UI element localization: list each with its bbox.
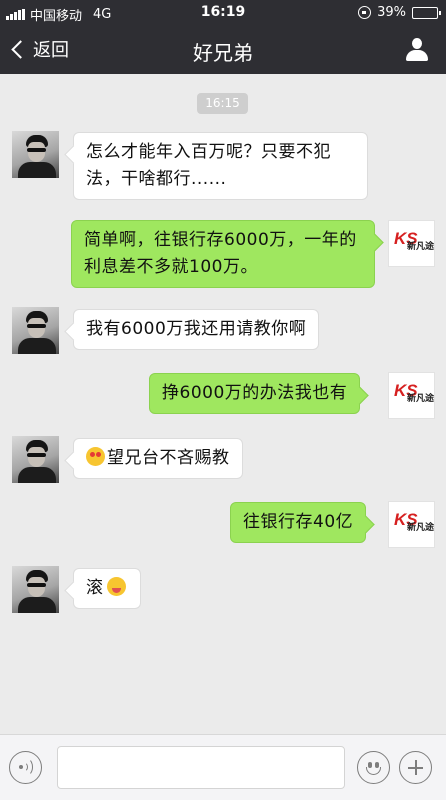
profile-icon[interactable] [404,38,430,62]
input-bar [0,734,446,800]
avatar-photo [12,131,59,178]
battery-percent: 39% [377,5,406,20]
message-text: 往银行存40亿 [243,512,354,532]
message-text: 望兄台不吝赐教 [107,448,230,468]
contact-avatar[interactable] [12,131,59,178]
message-input[interactable] [57,746,345,789]
profile-icon-head [412,38,422,49]
message-bubble-incoming[interactable]: 我有6000万我还用请教你啊 [73,309,320,350]
chat-area[interactable]: 16:15 怎么才能年入百万呢？只要不犯法，干啥都行...... KS 新凡途 … [0,74,446,734]
avatar-photo [12,436,59,483]
message-text: 滚 [86,578,104,598]
yum-emoji-icon [106,577,126,596]
message-text: 挣6000万的办法我也有 [162,383,348,403]
message-text: 简单啊，往银行存6000万，一年的利息差不多就100万。 [84,230,357,277]
emoji-icon[interactable] [357,751,390,784]
rotation-lock-icon [358,6,372,19]
message-bubble-incoming[interactable]: 怎么才能年入百万呢？只要不犯法，干啥都行...... [73,132,368,200]
status-right: 39% [358,5,441,20]
message-bubble-outgoing[interactable]: 挣6000万的办法我也有 [149,373,361,414]
message-text: 我有6000万我还用请教你啊 [86,319,307,339]
my-avatar[interactable]: KS 新凡途 [388,501,435,548]
heart-eyes-emoji-icon [86,447,105,466]
message-bubble-outgoing[interactable]: 往银行存40亿 [230,502,367,543]
ks-logo-icon: KS 新凡途 [394,510,435,533]
timestamp-badge: 16:15 [197,93,248,114]
ks-logo-icon: KS 新凡途 [394,229,435,252]
voice-icon[interactable] [9,751,42,784]
ks-logo-icon: KS 新凡途 [394,381,435,404]
contact-avatar[interactable] [12,307,59,354]
my-avatar[interactable]: KS 新凡途 [388,372,435,419]
profile-icon-body [406,50,428,61]
my-avatar[interactable]: KS 新凡途 [388,220,435,267]
avatar-photo [12,307,59,354]
contact-avatar[interactable] [12,566,59,613]
nav-bar: 返回 好兄弟 [0,26,446,74]
status-bar: 中国移动 4G 16:19 39% [0,0,446,26]
chat-title: 好兄弟 [193,41,253,65]
message-bubble-outgoing[interactable]: 简单啊，往银行存6000万，一年的利息差不多就100万。 [71,220,375,288]
plus-icon[interactable] [399,751,432,784]
battery-icon [412,6,441,19]
contact-avatar[interactable] [12,436,59,483]
message-bubble-incoming[interactable]: 望兄台不吝赐教 [73,438,243,479]
message-text: 怎么才能年入百万呢？只要不犯法，干啥都行...... [86,142,331,189]
message-bubble-incoming[interactable]: 滚 [73,568,141,609]
avatar-photo [12,566,59,613]
